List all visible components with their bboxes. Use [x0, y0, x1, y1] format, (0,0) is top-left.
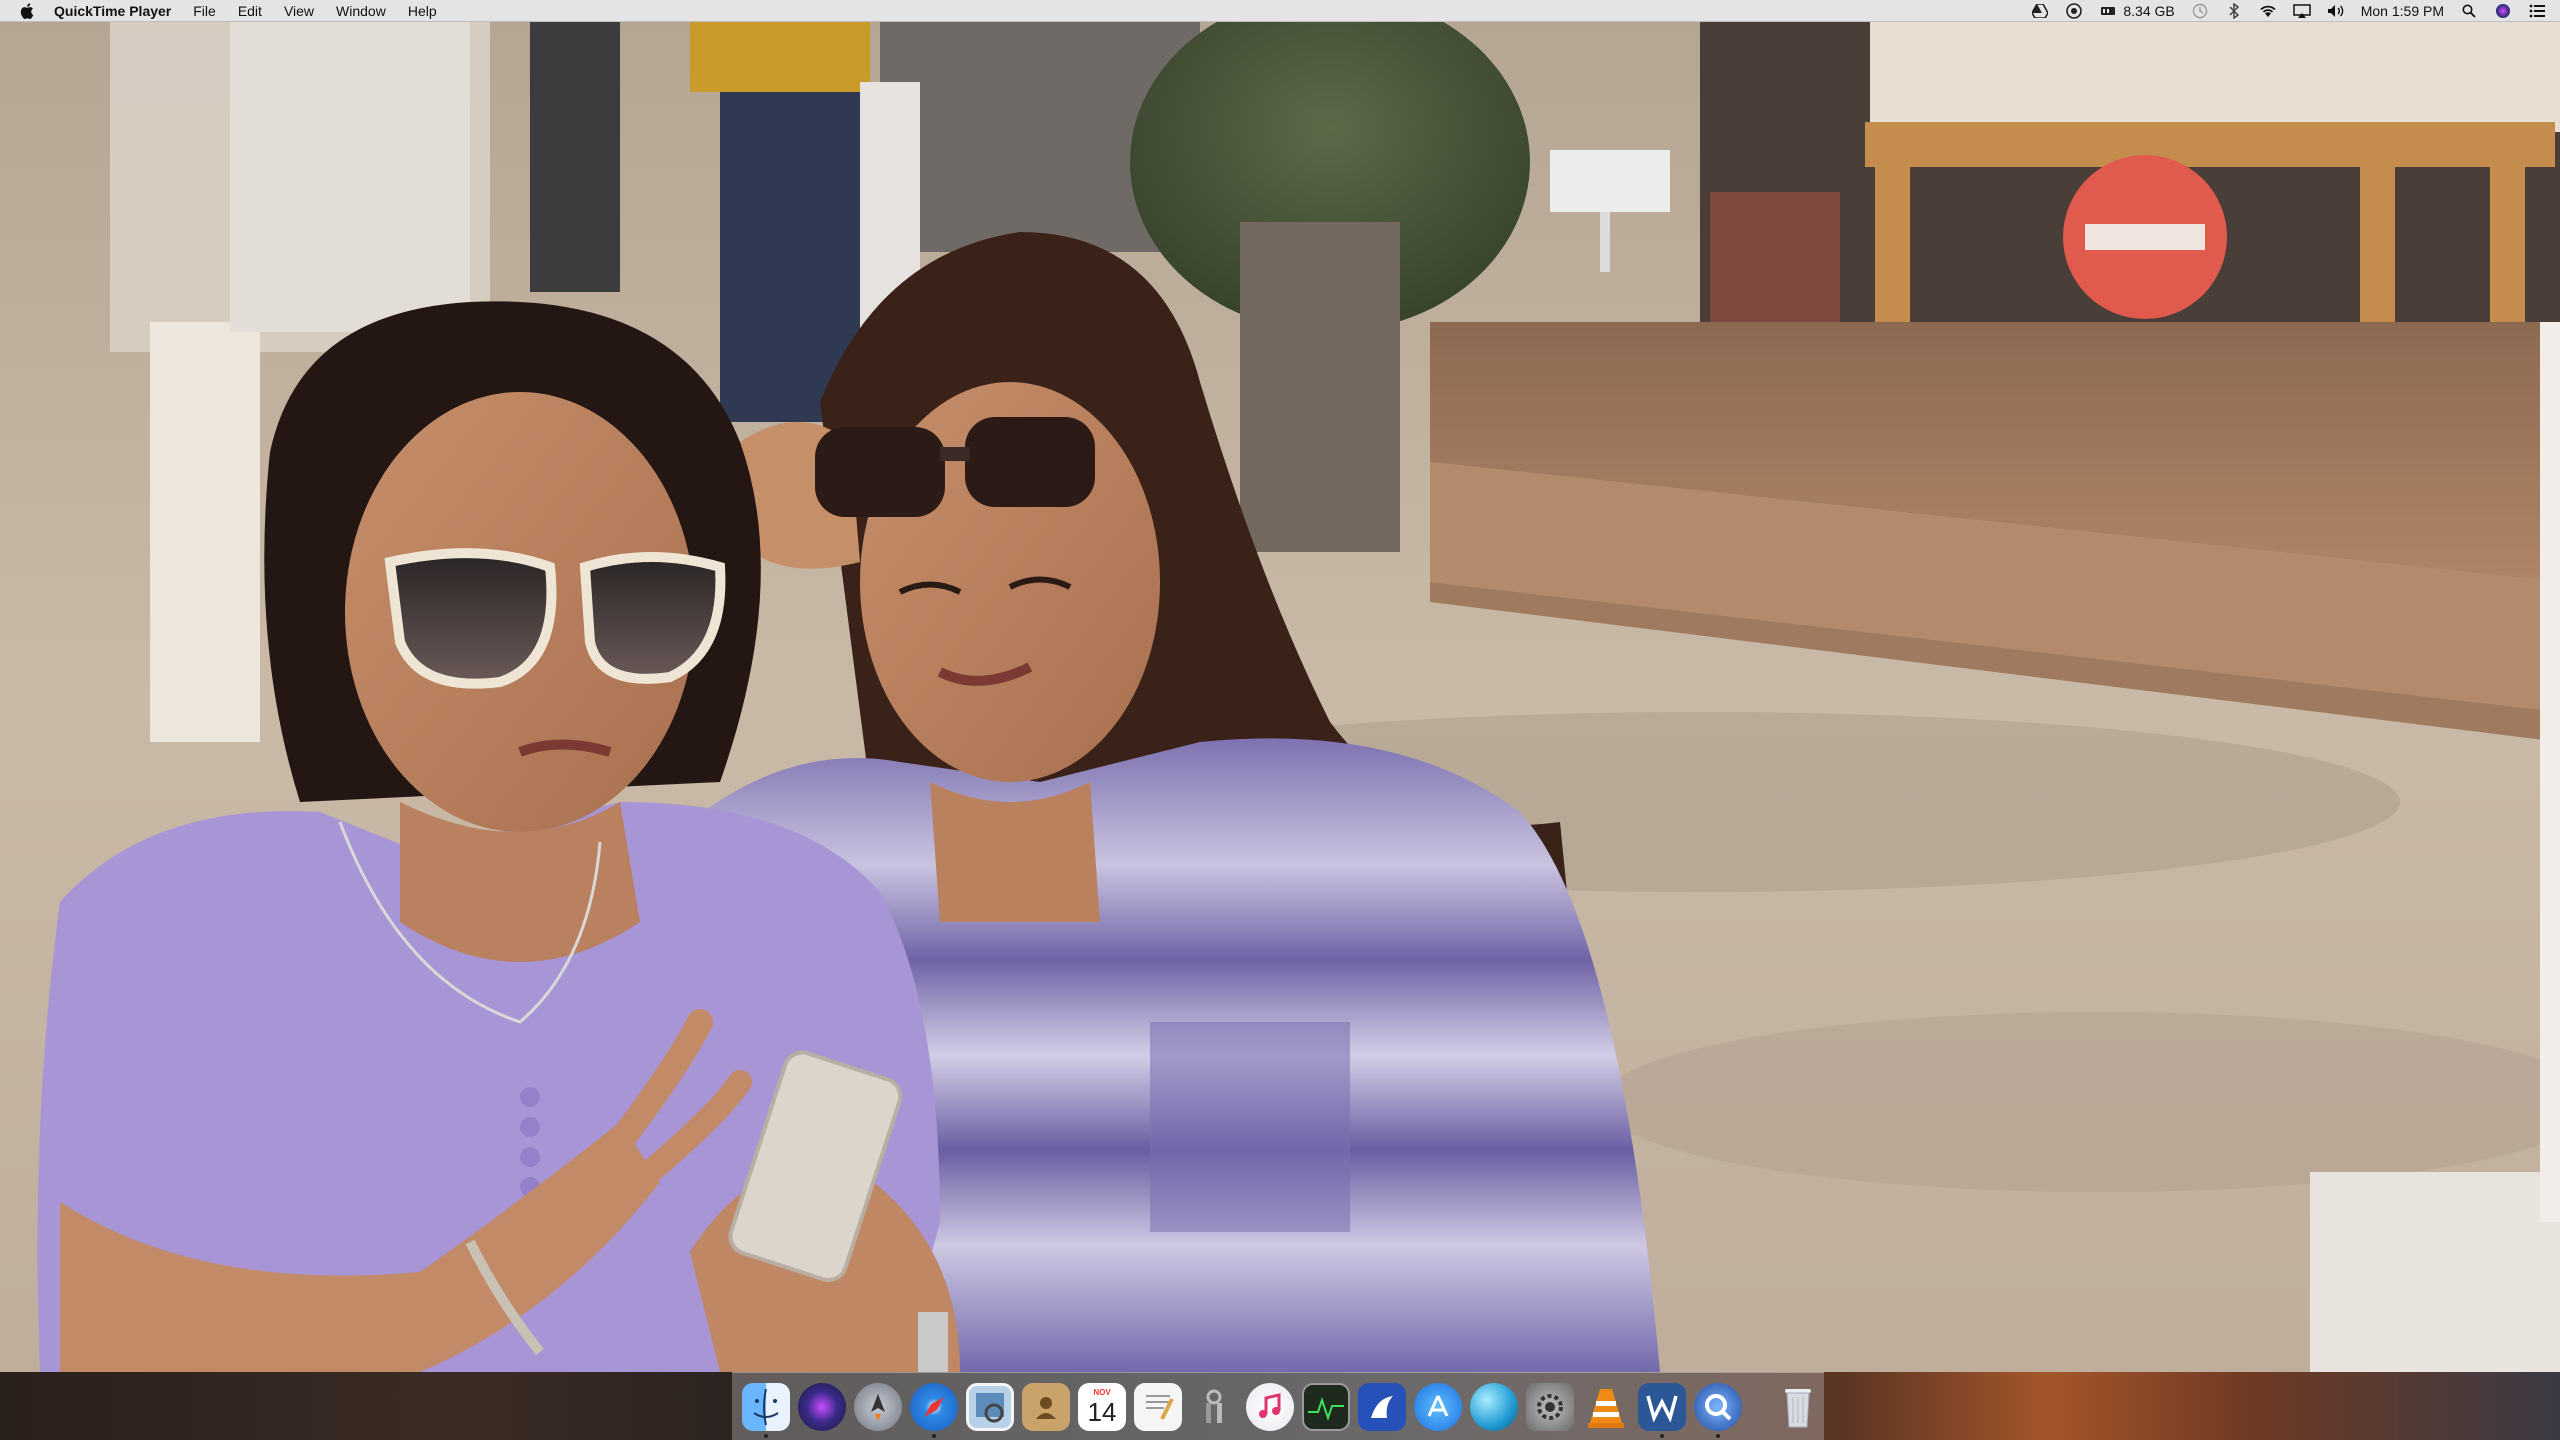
dock-textedit-icon[interactable] — [1134, 1382, 1182, 1431]
dock-contacts-icon[interactable] — [1022, 1382, 1070, 1431]
dock-finder-icon[interactable] — [742, 1382, 790, 1438]
menu-help[interactable]: Help — [397, 0, 448, 22]
menu-bar: QuickTime Player File Edit View Window H… — [0, 0, 2560, 22]
dock-activity-monitor-icon[interactable] — [1302, 1382, 1350, 1431]
dock-safari-icon[interactable] — [910, 1382, 958, 1438]
app-menu-quicktime[interactable]: QuickTime Player — [54, 0, 182, 22]
dock-calendar-icon[interactable]: NOV 14 — [1078, 1382, 1126, 1431]
dock-word-icon[interactable] — [1638, 1382, 1686, 1438]
time-machine-icon[interactable] — [2191, 3, 2209, 19]
volume-icon[interactable] — [2327, 3, 2345, 19]
storage-status[interactable]: 8.34 GB — [2123, 3, 2174, 19]
calendar-day: 14 — [1087, 1396, 1117, 1427]
dock-trash-icon[interactable] — [1774, 1383, 1822, 1431]
siri-icon[interactable] — [2494, 3, 2512, 19]
dock-preview-icon[interactable] — [966, 1382, 1014, 1431]
menu-window[interactable]: Window — [325, 0, 397, 22]
dock-media-app-icon[interactable] — [1358, 1382, 1406, 1431]
dock-system-preferences-icon[interactable] — [1526, 1382, 1574, 1431]
video-frame[interactable] — [0, 22, 2560, 1372]
dock-itunes-icon[interactable] — [1246, 1382, 1294, 1431]
menu-edit[interactable]: Edit — [227, 0, 273, 22]
wifi-icon[interactable] — [2259, 3, 2277, 19]
dock: NOV 14 — [732, 1372, 1824, 1440]
dock-app-store-icon[interactable] — [1414, 1382, 1462, 1431]
dock-launchpad-icon[interactable] — [854, 1382, 902, 1431]
dock-sphere-app-icon[interactable] — [1470, 1382, 1518, 1431]
spotlight-icon[interactable] — [2460, 3, 2478, 19]
video-still-image — [0, 22, 2560, 1372]
calendar-month: NOV — [1093, 1387, 1111, 1397]
dock-vlc-icon[interactable] — [1582, 1383, 1630, 1431]
memory-icon[interactable] — [2099, 3, 2117, 19]
google-drive-icon[interactable] — [2031, 3, 2049, 19]
menu-file[interactable]: File — [182, 0, 227, 22]
apple-icon[interactable] — [0, 2, 54, 19]
bluetooth-icon[interactable] — [2225, 2, 2243, 19]
dock-siri-icon[interactable] — [798, 1382, 846, 1431]
notification-center-icon[interactable] — [2528, 3, 2546, 19]
menu-view[interactable]: View — [273, 0, 325, 22]
dock-quicktime-icon[interactable] — [1694, 1382, 1742, 1438]
menubar-clock[interactable]: Mon 1:59 PM — [2361, 3, 2444, 19]
app-status-icon[interactable] — [2065, 2, 2083, 19]
dock-keychain-icon[interactable] — [1190, 1383, 1238, 1431]
airplay-icon[interactable] — [2292, 3, 2311, 19]
